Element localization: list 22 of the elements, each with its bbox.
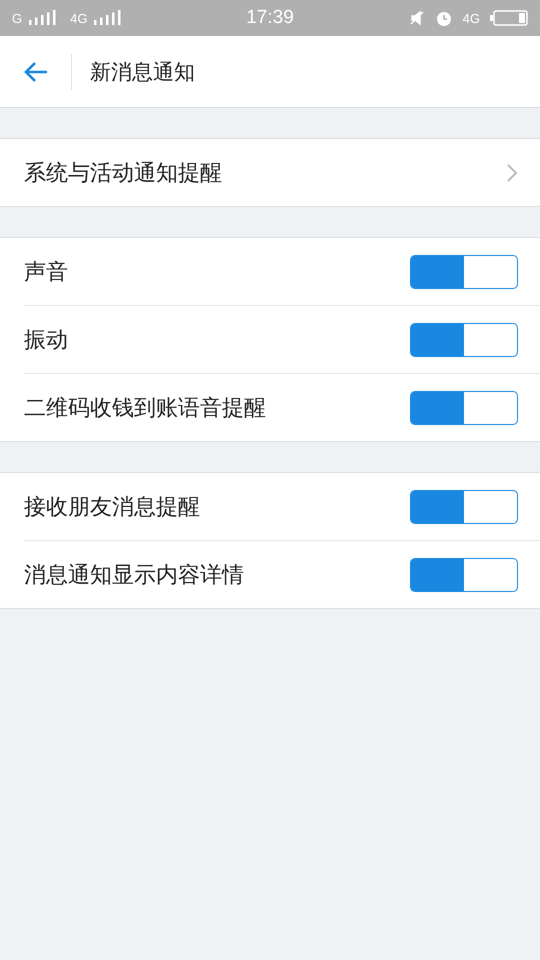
mute-icon: [408, 10, 425, 26]
setting-label: 声音: [24, 258, 68, 286]
setting-label: 系统与活动通知提醒: [24, 160, 222, 188]
battery-icon: [490, 10, 528, 26]
chevron-icon: [506, 162, 518, 182]
page-title: 新消息通知: [90, 58, 195, 86]
alarm-icon: [434, 9, 453, 27]
signal-icon: [28, 10, 58, 26]
toggle-switch[interactable]: [410, 558, 518, 592]
network-label: 4G: [70, 10, 88, 26]
network-label: 4G: [462, 10, 480, 26]
setting-label: 接收朋友消息提醒: [24, 494, 200, 522]
toggle-switch[interactable]: [410, 490, 518, 524]
setting-label: 消息通知显示内容详情: [24, 562, 244, 590]
setting-label: 振动: [24, 326, 68, 354]
signal-icon: [93, 10, 124, 26]
sim-label: G: [12, 10, 22, 26]
toggle-switch[interactable]: [410, 322, 518, 356]
toggle-switch[interactable]: [410, 390, 518, 424]
setting-label: 二维码收钱到账语音提醒: [24, 394, 266, 422]
toggle-switch[interactable]: [410, 254, 518, 288]
clock: 17:39: [246, 7, 294, 28]
